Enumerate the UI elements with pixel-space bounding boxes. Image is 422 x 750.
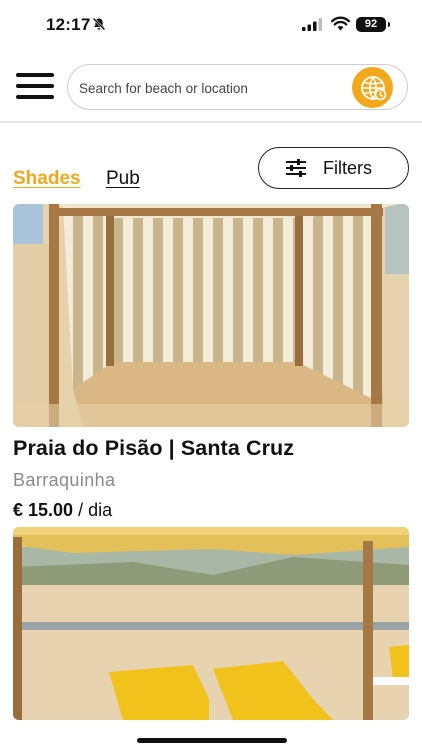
globe-button[interactable]	[352, 67, 393, 108]
header-divider	[0, 121, 422, 123]
beach-tent-photo	[13, 204, 409, 427]
status-time: 12:17	[46, 15, 91, 34]
battery-tip	[388, 22, 390, 27]
listing-image[interactable]	[13, 204, 409, 427]
home-indicator	[137, 738, 287, 743]
search-input[interactable]	[79, 77, 349, 99]
listing-title[interactable]: Praia do Pisão | Santa Cruz	[13, 436, 294, 461]
wifi-icon	[331, 16, 350, 31]
hamburger-menu-icon	[16, 73, 54, 77]
menu-button[interactable]	[14, 68, 56, 104]
listing-subtitle: Barraquinha	[13, 470, 116, 490]
beach-loungers-photo	[13, 527, 409, 720]
price-amount: € 15.00	[13, 500, 74, 520]
price-unit: / dia	[78, 500, 113, 520]
cellular-signal-icon	[302, 18, 322, 31]
tab-shades[interactable]: Shades	[13, 168, 81, 190]
globe-icon	[360, 75, 386, 100]
tab-pub[interactable]: Pub	[106, 168, 140, 190]
listing-price: € 15.00 / dia	[13, 500, 112, 521]
status-bar: 12:17 92	[0, 0, 422, 50]
listing-image[interactable]	[13, 527, 409, 720]
sliders-icon	[286, 159, 306, 177]
battery-indicator: 92	[356, 17, 386, 32]
silent-bell-icon	[92, 17, 106, 31]
filters-button[interactable]: Filters	[258, 147, 409, 189]
filters-label: Filters	[323, 157, 372, 178]
search-bar[interactable]	[67, 64, 408, 110]
